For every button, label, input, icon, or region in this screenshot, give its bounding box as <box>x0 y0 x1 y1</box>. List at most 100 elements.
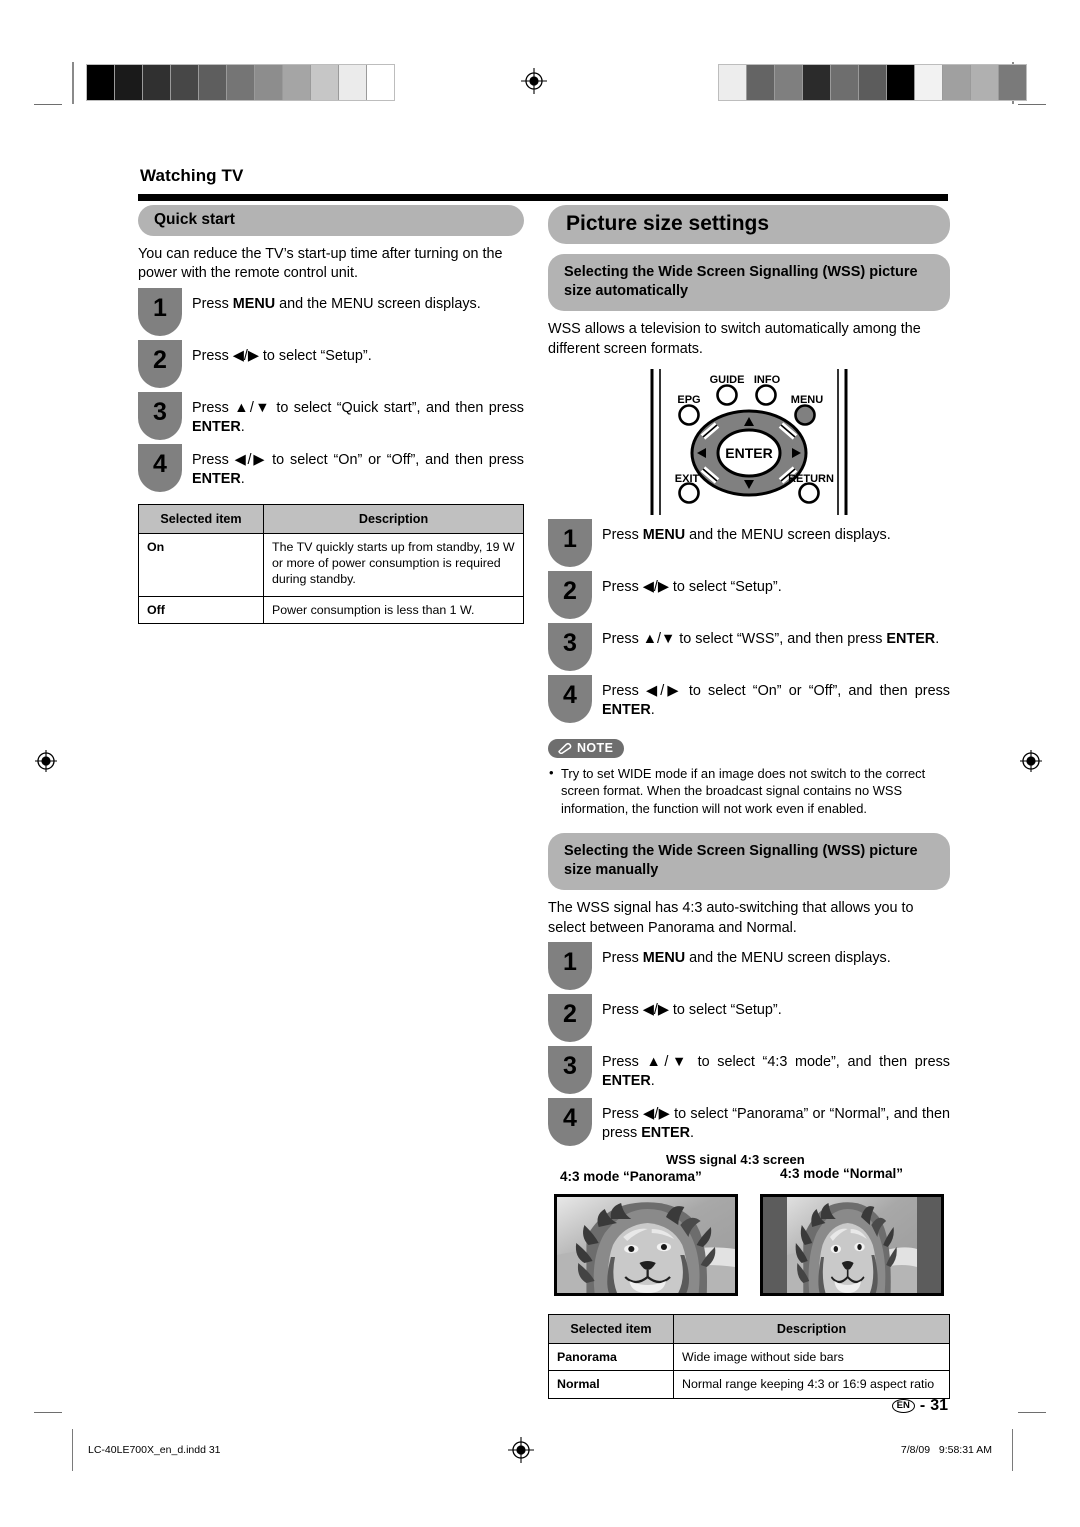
step-number-badge: 2 <box>138 339 182 388</box>
cell-description: Wide image without side bars <box>673 1343 950 1372</box>
quick-start-steps: 1 Press MENU and the MENU screen display… <box>138 287 524 492</box>
step-number-badge: 3 <box>548 622 592 671</box>
color-swatch <box>367 65 394 100</box>
header-divider <box>138 194 948 201</box>
color-swatch <box>719 65 747 100</box>
registration-mark-bottom <box>508 1437 534 1463</box>
wss-manual-intro: The WSS signal has 4:3 auto-switching th… <box>548 900 914 936</box>
step-text: Press ◀/▶ to select “Setup”. <box>602 578 782 595</box>
step-number-badge: 3 <box>548 1045 592 1094</box>
note-badge: NOTE <box>548 738 625 758</box>
crop-tick-top-left <box>34 104 62 105</box>
color-swatch <box>255 65 283 100</box>
registration-mark-right <box>1018 748 1044 774</box>
color-swatch <box>803 65 831 100</box>
page-number-separator: - <box>919 1397 926 1414</box>
svg-text:ENTER: ENTER <box>725 445 772 461</box>
step-text: Press ▲/▼ to select “WSS”, and then pres… <box>602 630 940 647</box>
language-code: EN <box>891 1399 915 1413</box>
figure-top-caption: WSS signal 4:3 screen <box>666 1151 805 1167</box>
step-text: Press ◀/▶ to select “Panorama” or “Norma… <box>602 1105 950 1142</box>
step-text: Press ◀/▶ to select “Setup”. <box>602 1001 782 1018</box>
step-item: 4 Press ◀/▶ to select “On” or “Off”, and… <box>138 443 524 492</box>
table-row: On The TV quickly starts up from standby… <box>138 532 524 597</box>
table-header-row: Selected item Description <box>548 1313 950 1345</box>
color-swatch <box>311 65 339 100</box>
color-calibration-bar-left <box>86 64 395 101</box>
step-number-badge: 1 <box>548 518 592 567</box>
table-row: Panorama Wide image without side bars <box>548 1343 950 1372</box>
step-item: 1 Press MENU and the MENU screen display… <box>548 518 950 567</box>
quick-start-table: Selected item Description On The TV quic… <box>138 503 524 625</box>
cell-description: The TV quickly starts up from standby, 1… <box>263 532 524 597</box>
note-pencil-icon <box>557 742 572 754</box>
color-swatch <box>143 65 171 100</box>
column-header-description: Description <box>673 1313 950 1345</box>
picture-size-table: Selected item Description Panorama Wide … <box>548 1313 950 1399</box>
document-page: Watching TV Quick start You can reduce t… <box>0 0 1080 1527</box>
svg-text:EXIT: EXIT <box>675 473 700 485</box>
color-swatch <box>915 65 943 100</box>
svg-text:EPG: EPG <box>677 394 700 406</box>
table-header-row: Selected item Description <box>138 503 524 534</box>
crop-tick-top-right <box>1018 104 1046 105</box>
cell-item: Off <box>138 595 264 625</box>
crop-tick-bottom-left <box>34 1412 62 1413</box>
note-item: Try to set WIDE mode if an image does no… <box>548 764 950 817</box>
page-number: EN - 31 <box>891 1397 948 1415</box>
color-swatch <box>943 65 971 100</box>
step-number-badge: 4 <box>548 674 592 723</box>
note-list: Try to set WIDE mode if an image does no… <box>548 764 950 817</box>
step-text: Press ◀/▶ to select “On” or “Off”, and t… <box>602 682 950 718</box>
normal-caption: 4:3 mode “Normal” <box>780 1165 904 1181</box>
step-item: 4 Press ◀/▶ to select “On” or “Off”, and… <box>548 674 950 723</box>
color-calibration-bar-right <box>718 64 1027 101</box>
color-swatch <box>831 65 859 100</box>
step-number-badge: 2 <box>548 993 592 1042</box>
color-swatch <box>859 65 887 100</box>
column-header-item: Selected item <box>138 503 264 534</box>
left-column: Quick start You can reduce the TV’s star… <box>138 205 524 625</box>
color-swatch <box>199 65 227 100</box>
color-swatch <box>227 65 255 100</box>
picture-size-settings-heading: Picture size settings <box>548 205 950 244</box>
step-item: 3 Press ▲/▼ to select “4:3 mode”, and th… <box>548 1045 950 1094</box>
step-text: Press ▲/▼ to select “4:3 mode”, and then… <box>602 1053 950 1090</box>
color-swatch <box>339 65 367 100</box>
wss-manual-heading: Selecting the Wide Screen Signalling (WS… <box>548 833 950 891</box>
color-swatch <box>87 65 115 100</box>
wss-auto-heading: Selecting the Wide Screen Signalling (WS… <box>548 254 950 312</box>
color-swatch <box>775 65 803 100</box>
step-item: 1 Press MENU and the MENU screen display… <box>138 287 524 336</box>
step-text: Press MENU and the MENU screen displays. <box>602 949 891 966</box>
color-swatch <box>971 65 999 100</box>
step-item: 2 Press ◀/▶ to select “Setup”. <box>548 570 950 619</box>
footer-filename: LC-40LE700X_en_d.indd 31 <box>88 1444 221 1456</box>
step-number-badge: 4 <box>548 1097 592 1146</box>
column-header-description: Description <box>263 503 524 534</box>
svg-text:INFO: INFO <box>754 374 781 386</box>
color-swatch <box>171 65 199 100</box>
page-number-value: 31 <box>930 1397 948 1414</box>
panorama-screenshot <box>554 1193 738 1296</box>
color-swatch <box>747 65 775 100</box>
cell-description: Power consumption is less than 1 W. <box>263 595 524 625</box>
footer-rule-left <box>72 1429 73 1471</box>
normal-screenshot <box>760 1193 944 1296</box>
chapter-title: Watching TV <box>140 166 244 185</box>
svg-text:GUIDE: GUIDE <box>710 374 745 386</box>
quick-start-intro: You can reduce the TV’s start-up time af… <box>138 246 503 282</box>
wss-auto-intro: WSS allows a television to switch automa… <box>548 321 921 357</box>
step-item: 3 Press ▲/▼ to select “Quick start”, and… <box>138 391 524 440</box>
footer-timestamp: 7/8/09 9:58:31 AM <box>900 1444 992 1456</box>
remote-control-diagram: GUIDE INFO EPG MENU ENTER EXIT RETURN <box>548 368 950 515</box>
step-text: Press ▲/▼ to select “Quick start”, and t… <box>192 399 524 435</box>
crop-tick-bottom-right <box>1018 1412 1046 1413</box>
crop-rule-left <box>72 62 74 104</box>
picture-size-examples: WSS signal 4:3 screen 4:3 mode “Panorama… <box>548 1152 950 1302</box>
right-column: Picture size settings Selecting the Wide… <box>548 205 950 1414</box>
step-number-badge: 2 <box>548 570 592 619</box>
step-item: 1 Press MENU and the MENU screen display… <box>548 941 950 990</box>
registration-mark-top <box>521 68 547 94</box>
cell-item: On <box>138 532 264 597</box>
